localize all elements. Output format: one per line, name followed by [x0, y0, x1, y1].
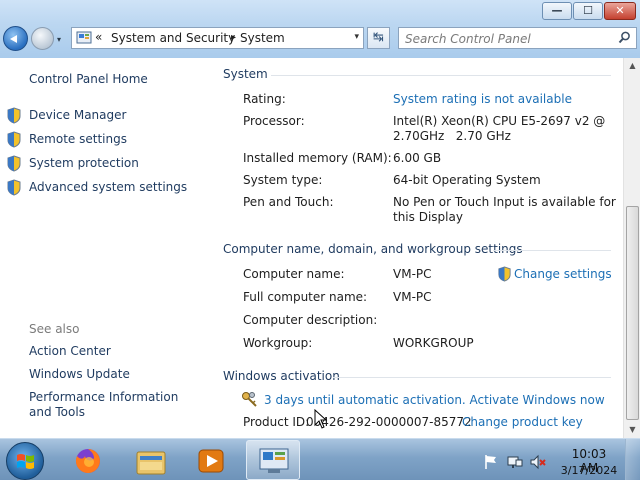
- section-divider: [493, 250, 611, 251]
- taskbar: 10:03 AM 3/17/2024: [0, 438, 640, 480]
- breadcrumb-system-and-security[interactable]: System and Security: [111, 31, 235, 45]
- control-panel-taskbar-icon: [259, 448, 289, 473]
- task-label: Advanced system settings: [29, 180, 188, 194]
- taskbar-explorer[interactable]: [124, 440, 178, 480]
- search-icon[interactable]: [618, 31, 631, 44]
- full-computer-name-value: VM-PC: [393, 290, 432, 304]
- show-desktop-button[interactable]: [625, 439, 640, 480]
- computer-description-label: Computer description:: [243, 313, 378, 327]
- rating-link[interactable]: System rating is not available: [393, 92, 572, 107]
- control-panel-icon: [76, 31, 92, 44]
- uac-shield-icon: [7, 107, 21, 124]
- workgroup-value: WORKGROUP: [393, 336, 474, 350]
- search-input[interactable]: [405, 30, 610, 47]
- workgroup-label: Workgroup:: [243, 336, 313, 350]
- computer-name-value: VM-PC: [393, 267, 432, 281]
- refresh-icon: ↹: [373, 30, 384, 45]
- address-bar[interactable]: « System and Security ▸ System ▾: [71, 27, 364, 49]
- processor-value: Intel(R) Xeon(R) CPU E5-2697 v2 @: [393, 114, 606, 128]
- keys-icon: [242, 392, 257, 407]
- scroll-up-arrow-icon[interactable]: ▲: [625, 58, 640, 74]
- task-label: Remote settings: [29, 132, 127, 146]
- product-id-value: 00426-292-0000007-85772: [306, 415, 472, 429]
- mouse-cursor-icon: [314, 409, 328, 429]
- uac-shield-icon: [7, 179, 21, 196]
- change-product-key-link[interactable]: Change product key: [462, 415, 583, 429]
- processor-label: Processor:: [243, 114, 305, 128]
- taskbar-control-panel-active[interactable]: [246, 440, 300, 480]
- pen-touch-value-cont: this Display: [393, 210, 463, 224]
- uac-shield-icon: [498, 266, 511, 282]
- taskbar-media-player[interactable]: [184, 440, 238, 480]
- scrollbar-thumb[interactable]: [626, 206, 639, 420]
- control-panel-home-link[interactable]: Control Panel Home: [29, 72, 148, 86]
- volume-muted-icon[interactable]: [530, 454, 546, 470]
- task-label: Device Manager: [29, 108, 127, 122]
- breadcrumb-system[interactable]: System: [240, 31, 285, 45]
- minimize-icon: —: [551, 4, 563, 17]
- window-titlebar: — ☐ ✕ ▾ « System and Security ▸ System ▾…: [0, 0, 640, 58]
- system-type-value: 64-bit Operating System: [393, 173, 541, 187]
- firefox-icon: [75, 449, 100, 473]
- refresh-button[interactable]: ↹: [367, 27, 390, 49]
- taskbar-firefox[interactable]: [62, 440, 116, 480]
- clock-date[interactable]: 3/17/2024: [559, 464, 619, 477]
- address-overflow-chevron[interactable]: «: [95, 30, 102, 44]
- search-box[interactable]: [398, 27, 637, 49]
- see-also-performance-information[interactable]: Performance Information and Tools: [29, 390, 199, 420]
- computer-name-label: Computer name:: [243, 267, 345, 281]
- recent-pages-dropdown[interactable]: ▾: [57, 35, 61, 44]
- maximize-icon: ☐: [583, 4, 593, 17]
- task-label: System protection: [29, 156, 139, 170]
- scroll-down-arrow-icon[interactable]: ▼: [625, 422, 640, 438]
- back-button[interactable]: [3, 26, 28, 51]
- uac-shield-icon: [7, 155, 21, 172]
- see-also-windows-update[interactable]: Windows Update: [29, 367, 130, 382]
- rating-label: Rating:: [243, 92, 286, 106]
- system-type-label: System type:: [243, 173, 323, 187]
- minimize-button[interactable]: —: [542, 2, 572, 20]
- processor-speed-value: 2.70GHz 2.70 GHz: [393, 129, 511, 143]
- section-header-system: System: [223, 67, 268, 81]
- left-navigation-pane: Control Panel Home Device Manager Remote…: [0, 58, 205, 438]
- network-icon[interactable]: [507, 454, 523, 470]
- section-header-computer-name: Computer name, domain, and workgroup set…: [223, 242, 523, 256]
- section-divider: [333, 377, 611, 378]
- close-icon: ✕: [615, 4, 625, 17]
- system-details-pane: System Rating: System rating is not avai…: [205, 58, 623, 438]
- memory-label: Installed memory (RAM):: [243, 151, 392, 165]
- vertical-scrollbar[interactable]: ▲ ▼: [623, 58, 640, 438]
- media-player-icon: [198, 449, 224, 473]
- memory-value: 6.00 GB: [393, 151, 442, 165]
- see-also-heading: See also: [29, 322, 80, 336]
- change-settings-label: Change settings: [514, 267, 612, 281]
- see-also-action-center[interactable]: Action Center: [29, 344, 111, 359]
- action-center-flag-icon[interactable]: [483, 454, 499, 470]
- product-id-label: Product ID:: [243, 415, 310, 429]
- section-header-windows-activation: Windows activation: [223, 369, 340, 383]
- pen-touch-value: No Pen or Touch Input is available for: [393, 195, 616, 209]
- forward-button[interactable]: [31, 27, 54, 50]
- folder-icon: [136, 451, 166, 475]
- full-computer-name-label: Full computer name:: [243, 290, 368, 304]
- maximize-button[interactable]: ☐: [573, 2, 603, 20]
- start-button[interactable]: [6, 442, 44, 480]
- uac-shield-icon: [7, 131, 21, 148]
- address-dropdown-arrow[interactable]: ▾: [354, 32, 359, 42]
- windows-logo-icon: [17, 454, 34, 469]
- activation-message: 3 days until automatic activation. Activ…: [264, 393, 605, 407]
- close-button[interactable]: ✕: [604, 2, 636, 20]
- breadcrumb-separator-arrow[interactable]: ▸: [231, 32, 236, 43]
- pen-touch-label: Pen and Touch:: [243, 195, 334, 209]
- section-divider: [271, 75, 611, 76]
